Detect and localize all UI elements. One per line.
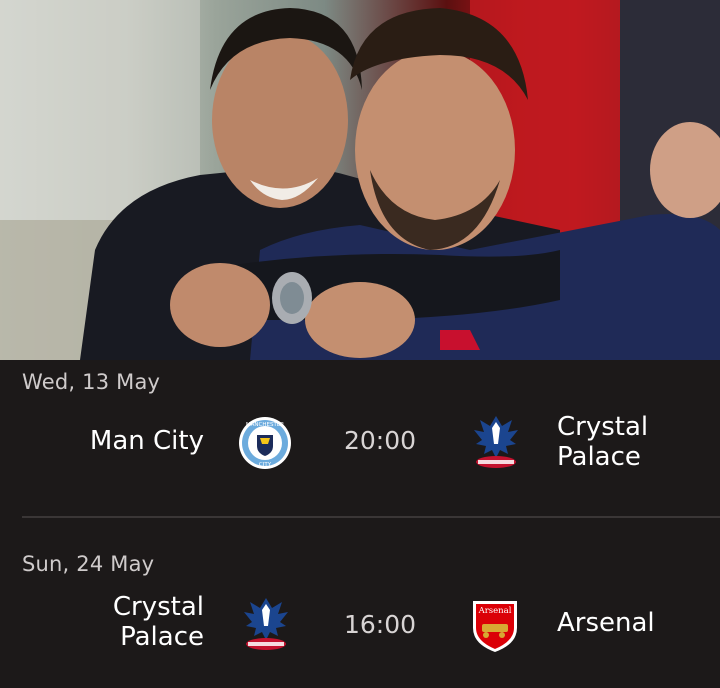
svg-text:CITY: CITY [259, 462, 272, 468]
home-team-name-line1: Crystal [112, 592, 204, 622]
hero-illustration [0, 0, 720, 360]
arsenal-crest-icon: Arsenal [470, 598, 520, 658]
fixture-row[interactable]: Sun, 24 May Crystal Palace 16:00 Arsenal [0, 518, 720, 688]
crystal-palace-crest-icon [242, 596, 290, 658]
kickoff-time: 16:00 [343, 610, 417, 639]
fixtures-list: Wed, 13 May Man City MANCHESTER CITY 20:… [0, 360, 720, 688]
fixture-row[interactable]: Wed, 13 May Man City MANCHESTER CITY 20:… [0, 360, 720, 516]
home-team-name: Man City [89, 426, 204, 456]
fixture-date: Wed, 13 May [22, 370, 161, 394]
manchester-city-crest-icon: MANCHESTER CITY [238, 416, 292, 474]
crystal-palace-crest-icon [472, 414, 520, 476]
away-team-name-line1: Crystal [557, 412, 649, 442]
home-team-name: Crystal Palace [4, 592, 204, 652]
kickoff-time: 20:00 [343, 426, 417, 455]
away-team-name-line2: Palace [557, 442, 641, 472]
svg-text:Arsenal: Arsenal [478, 606, 512, 616]
away-team-name: Arsenal [557, 608, 655, 638]
fixture-date: Sun, 24 May [22, 552, 155, 576]
home-team-name-line2: Palace [120, 622, 204, 652]
away-team-name: Crystal Palace [557, 412, 707, 472]
hero-photo [0, 0, 720, 360]
svg-text:MANCHESTER: MANCHESTER [246, 422, 284, 428]
